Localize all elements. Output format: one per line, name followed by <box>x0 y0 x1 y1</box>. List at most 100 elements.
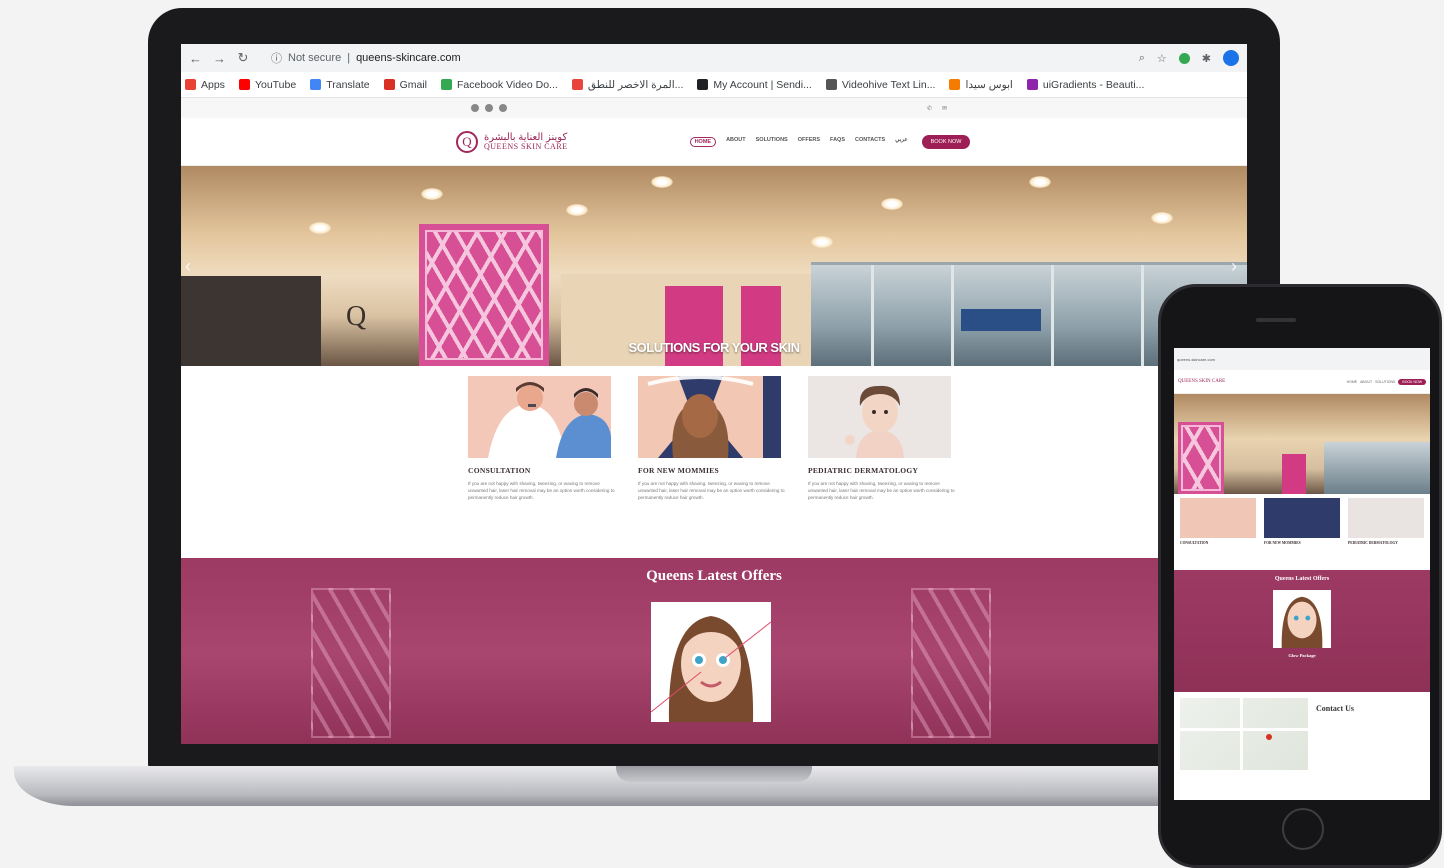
logo-english-text: QUEENS SKIN CARE <box>484 141 568 151</box>
service-card[interactable]: PEDIATRIC DERMATOLOGY If you are not hap… <box>808 376 958 501</box>
profile-avatar[interactable] <box>1223 50 1239 66</box>
bookmarks-bar: Apps YouTube Translate Gmail Facebook Vi… <box>181 72 1247 98</box>
account-icon <box>697 79 709 90</box>
social-links <box>471 104 507 112</box>
nav-home[interactable]: HOME <box>689 136 717 147</box>
nav-solutions[interactable]: SOLUTIONS <box>756 137 788 147</box>
site-topbar: ✆ ✉ <box>181 98 1247 118</box>
logo-arabic-text: كوينز العناية بالبشرة <box>484 131 568 143</box>
services-section: CONSULTATION If you are not happy with s… <box>181 366 1247 558</box>
extension-icon[interactable] <box>1178 52 1190 64</box>
phone-screen: queens-skincare.com QUEENS SKIN CARE HOM… <box>1174 348 1430 800</box>
hero-slider: Q ‹ › SOLUTIONS FOR YOUR SKIN <box>181 166 1247 366</box>
apps-icon <box>185 79 196 90</box>
slider-prev-icon[interactable]: ‹ <box>185 256 191 277</box>
laptop-screen: ← → ↻ ⓘ Not secure | queens-skincare.com… <box>181 44 1247 744</box>
offer-card[interactable] <box>651 602 771 722</box>
contact-map[interactable] <box>1180 698 1308 770</box>
phone-services: CONSULTATION FOR NEW MOMMIES PEDIATRIC D… <box>1174 494 1430 570</box>
pediatric-photo <box>808 376 951 458</box>
phone-speaker <box>1256 318 1296 322</box>
forward-icon[interactable]: → <box>213 51 226 66</box>
service-title: FOR NEW MOMMIES <box>638 466 720 475</box>
phone-offer-card[interactable] <box>1273 590 1331 648</box>
queen-logo-icon: Q <box>456 130 478 153</box>
browser-actions: ⌕ ☆ ✱ <box>1139 50 1239 66</box>
main-nav: HOME ABOUT SOLUTIONS OFFERS FAQS CONTACT… <box>689 136 908 147</box>
book-now-button[interactable]: BOOK NOW <box>921 134 971 149</box>
bookmark-gmail[interactable]: Gmail <box>383 79 427 91</box>
nav-about[interactable]: ABOUT <box>726 137 746 147</box>
youtube-icon <box>238 79 250 90</box>
phone-hero <box>1174 394 1430 494</box>
offer-face-illustration <box>651 602 771 722</box>
phone-offers-title: Queens Latest Offers <box>1274 576 1330 582</box>
facebook-icon[interactable] <box>471 104 479 112</box>
phone-nav: HOME ABOUT SOLUTIONS BOOK NOW <box>1347 378 1426 385</box>
bookmark-uigradients[interactable]: uiGradients - Beauti... <box>1026 79 1144 91</box>
phone-offers: Queens Latest Offers Glow Package <box>1174 570 1430 692</box>
phone-offer-name: Glow Package <box>1288 653 1316 658</box>
slider-next-icon[interactable]: › <box>1231 256 1237 277</box>
url-text[interactable]: queens-skincare.com <box>356 52 461 64</box>
service-title: PEDIATRIC DERMATOLOGY <box>808 466 919 475</box>
laptop-notch <box>616 766 812 782</box>
bookmark-arabic-2[interactable]: ابوس سيدا <box>949 79 1013 91</box>
hero-caption: SOLUTIONS FOR YOUR SKIN <box>628 340 801 355</box>
bookmark-facebook-video[interactable]: Facebook Video Do... <box>441 79 558 91</box>
phone-browser-bar: queens-skincare.com <box>1174 348 1430 370</box>
bookmark-translate[interactable]: Translate <box>310 79 370 91</box>
bookmark-apps[interactable]: Apps <box>185 79 225 91</box>
browser-toolbar: ← → ↻ ⓘ Not secure | queens-skincare.com… <box>181 44 1247 72</box>
phone-home-button[interactable] <box>1282 808 1324 850</box>
wall-logo-icon: Q <box>346 301 367 332</box>
offers-section: Queens Latest Offers <box>181 558 1247 744</box>
consultation-illustration <box>468 376 611 458</box>
gradient-icon <box>1026 79 1038 90</box>
mail-icon: ✉ <box>941 105 947 112</box>
back-icon[interactable]: ← <box>189 51 202 66</box>
service-card[interactable]: CONSULTATION If you are not happy with s… <box>468 376 618 501</box>
offers-title: Queens Latest Offers <box>646 568 782 584</box>
instagram-icon[interactable] <box>485 104 493 112</box>
nav-contacts[interactable]: CONTACTS <box>855 137 885 147</box>
info-icon[interactable]: ⓘ <box>271 50 282 66</box>
translate-icon <box>310 79 322 90</box>
phone-site-header: QUEENS SKIN CARE HOME ABOUT SOLUTIONS BO… <box>1174 370 1430 394</box>
site-header: Q كوينز العناية بالبشرة QUEENS SKIN CARE… <box>181 118 1247 166</box>
phone-logo[interactable]: QUEENS SKIN CARE <box>1178 379 1225 384</box>
contact-title: Contact Us <box>1316 704 1354 713</box>
service-text: If you are not happy with shaving, tweez… <box>808 481 955 500</box>
gmail-icon <box>383 79 395 90</box>
star-icon[interactable]: ☆ <box>1157 52 1167 65</box>
bookmark-videohive[interactable]: Videohive Text Lin... <box>825 79 935 91</box>
search-icon[interactable]: ⌕ <box>1139 52 1145 65</box>
service-text: If you are not happy with shaving, tweez… <box>638 481 785 500</box>
service-title: CONSULTATION <box>468 466 531 475</box>
videohive-icon <box>825 79 837 90</box>
phone-url[interactable]: queens-skincare.com <box>1177 357 1215 362</box>
address-bar[interactable]: ⓘ Not secure | queens-skincare.com <box>261 48 471 68</box>
site-logo[interactable]: Q كوينز العناية بالبشرة QUEENS SKIN CARE <box>456 130 568 153</box>
service-text: If you are not happy with shaving, tweez… <box>468 481 615 500</box>
device-mockup-stage: ← → ↻ ⓘ Not secure | queens-skincare.com… <box>0 0 1444 868</box>
phone-book-button[interactable]: BOOK NOW <box>1398 378 1426 385</box>
bookmark-my-account[interactable]: My Account | Sendi... <box>697 79 812 91</box>
bookmark-youtube[interactable]: YouTube <box>238 79 296 91</box>
nav-arabic[interactable]: عربي <box>895 137 907 147</box>
puzzle-icon[interactable]: ✱ <box>1202 52 1211 65</box>
download-icon <box>441 79 453 90</box>
bookmark-arabic-site[interactable]: المرة الاخصر للنطق... <box>571 79 683 91</box>
site-icon <box>571 79 583 90</box>
twitter-icon[interactable] <box>499 104 507 112</box>
phone-contact-section: Contact Us <box>1174 692 1430 800</box>
reload-icon[interactable]: ↻ <box>237 50 249 66</box>
service-card[interactable]: FOR NEW MOMMIES If you are not happy wit… <box>638 376 788 501</box>
security-label: Not secure <box>288 52 342 64</box>
new-mommies-illustration <box>638 376 781 458</box>
nav-faqs[interactable]: FAQS <box>830 137 845 147</box>
map-pin-icon <box>1266 734 1272 740</box>
nav-offers[interactable]: OFFERS <box>798 137 820 147</box>
contact-info: ✆ ✉ <box>927 105 947 112</box>
phone-icon: ✆ <box>926 105 932 112</box>
